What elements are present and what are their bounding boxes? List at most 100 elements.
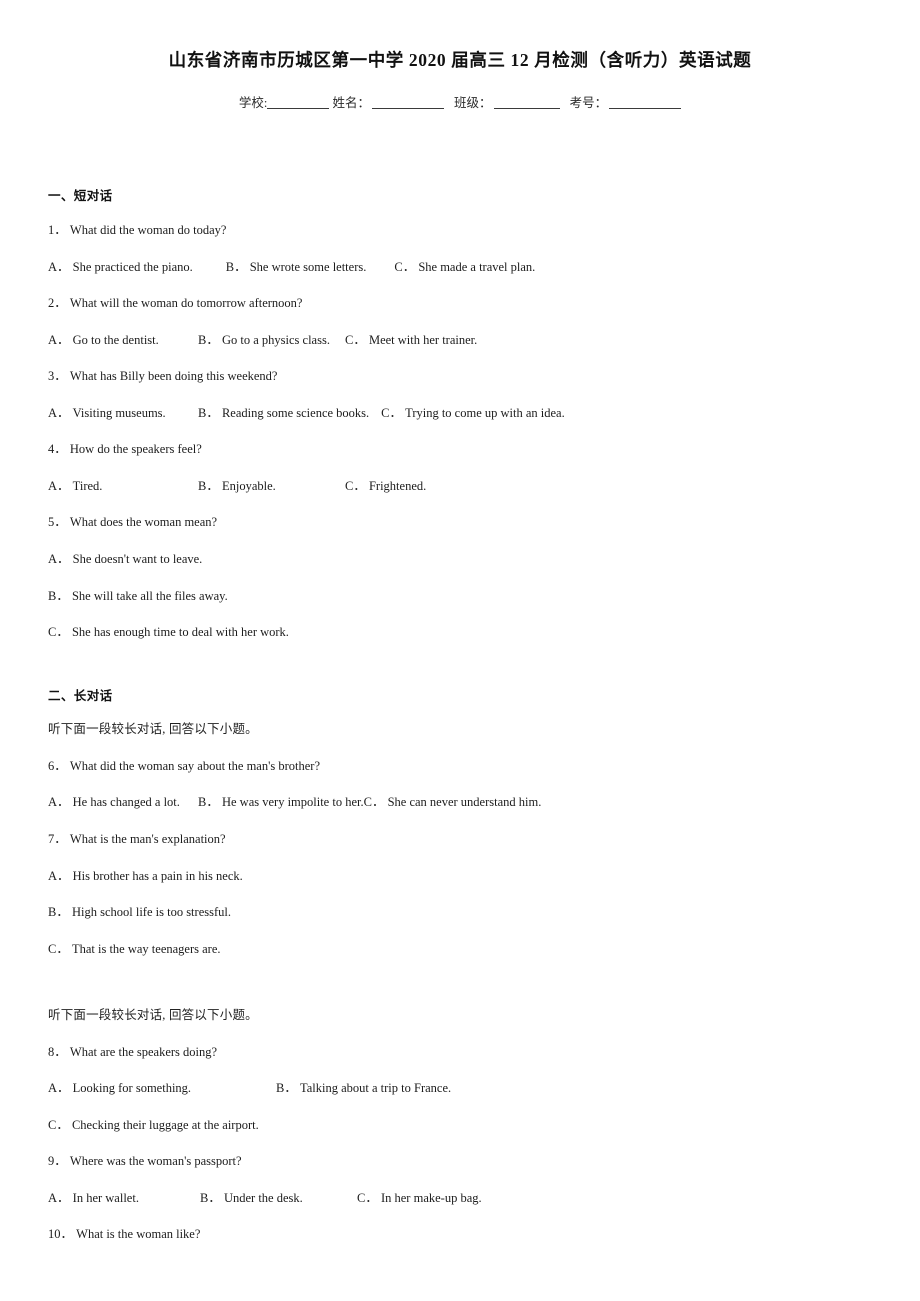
question-1: 1． What did the woman do today? — [48, 219, 226, 238]
options-7a: A． His brother has a pain in his neck. — [48, 865, 243, 884]
section-heading-2: 二、长对话 — [48, 689, 113, 703]
option-c[interactable]: C． Meet with her trainer. — [345, 329, 477, 348]
option-letter: B． — [48, 589, 69, 603]
options-5b: B． She will take all the files away. — [48, 585, 228, 604]
option-b[interactable]: B． High school life is too stressful. — [48, 901, 231, 920]
option-text: In her wallet. — [72, 1191, 139, 1205]
question-text: What are the speakers doing? — [69, 1045, 218, 1059]
option-letter: A． — [48, 552, 70, 566]
option-a[interactable]: A． She doesn't want to leave. — [48, 548, 202, 567]
question-text: How do the speakers feel? — [69, 442, 202, 456]
option-c[interactable]: C． That is the way teenagers are. — [48, 938, 221, 957]
option-text: Enjoyable. — [221, 479, 276, 493]
exam-no-blank[interactable] — [609, 95, 682, 109]
name-blank[interactable] — [372, 95, 445, 109]
option-text: High school life is too stressful. — [71, 905, 231, 919]
exam-no-label: 考号： — [569, 96, 608, 110]
option-letter: A． — [48, 479, 70, 493]
option-c[interactable]: C． Checking their luggage at the airport… — [48, 1114, 259, 1133]
option-a[interactable]: A． He has changed a lot. — [48, 791, 198, 810]
question-text: What will the woman do tomorrow afternoo… — [69, 296, 303, 310]
option-letter: B． — [198, 479, 219, 493]
options-9: A． In her wallet. B． Under the desk. C． In… — [48, 1187, 482, 1206]
options-7b: B． High school life is too stressful. — [48, 901, 231, 920]
option-c[interactable]: C． She made a travel plan. — [394, 256, 535, 275]
option-letter: A． — [48, 1081, 70, 1095]
option-letter: A． — [48, 1191, 70, 1205]
option-text: She has enough time to deal with her wor… — [71, 625, 289, 639]
option-b[interactable]: B． She wrote some letters. — [226, 256, 367, 275]
option-b[interactable]: B． She will take all the files away. — [48, 585, 228, 604]
class-field: 班级： — [454, 92, 560, 111]
school-label: 学校: — [238, 96, 268, 110]
question-text: Where was the woman's passport? — [69, 1154, 242, 1168]
option-b[interactable]: B． He was very impolite to her. — [198, 791, 364, 810]
options-1: A． She practiced the piano. B． She wrote … — [48, 256, 535, 275]
question-number: 1． — [48, 223, 67, 237]
option-b[interactable]: B． Enjoyable. — [198, 475, 345, 494]
question-6: 6． What did the woman say about the man'… — [48, 755, 320, 774]
options-6: A． He has changed a lot. B． He was very i… — [48, 791, 541, 810]
question-3: 3． What has Billy been doing this weeken… — [48, 365, 277, 384]
question-number: 2． — [48, 296, 67, 310]
option-letter: B． — [276, 1081, 297, 1095]
option-letter: B． — [48, 905, 69, 919]
option-text: Frightened. — [368, 479, 427, 493]
option-text: Looking for something. — [72, 1081, 192, 1095]
option-c[interactable]: C． In her make-up bag. — [357, 1187, 482, 1206]
option-a[interactable]: A． Go to the dentist. — [48, 329, 198, 348]
option-a[interactable]: A． Tired. — [48, 475, 198, 494]
option-letter: C． — [381, 406, 402, 420]
question-text: What is the man's explanation? — [69, 832, 226, 846]
exam-page: 山东省济南市历城区第一中学 2020 届高三 12 月检测（含听力）英语试题 学… — [0, 0, 920, 1301]
option-text: That is the way teenagers are. — [71, 942, 221, 956]
option-text: In her make-up bag. — [380, 1191, 482, 1205]
option-text: He was very impolite to her. — [221, 795, 364, 809]
question-number: 6． — [48, 759, 67, 773]
question-text: What has Billy been doing this weekend? — [69, 369, 278, 383]
option-letter: C． — [48, 942, 69, 956]
option-b[interactable]: B． Reading some science books. — [198, 402, 369, 421]
option-text: She practiced the piano. — [72, 260, 193, 274]
question-text: What did the woman say about the man's b… — [69, 759, 320, 773]
question-text: What is the woman like? — [76, 1227, 201, 1241]
section-heading-1: 一、短对话 — [48, 189, 113, 203]
option-letter: B． — [225, 260, 247, 274]
option-text: Tired. — [72, 479, 103, 493]
option-letter: C． — [345, 479, 366, 493]
option-c[interactable]: C． Trying to come up with an idea. — [381, 402, 565, 421]
school-blank[interactable] — [267, 95, 330, 109]
option-c[interactable]: C． She can never understand him. — [364, 791, 542, 810]
option-letter: C． — [48, 625, 69, 639]
option-b[interactable]: B． Talking about a trip to France. — [276, 1077, 451, 1096]
option-a[interactable]: A． She practiced the piano. — [48, 256, 193, 275]
options-5a: A． She doesn't want to leave. — [48, 548, 202, 567]
option-letter: A． — [48, 333, 70, 347]
option-letter: B． — [198, 333, 219, 347]
option-letter: B． — [198, 795, 219, 809]
option-letter: C． — [363, 795, 385, 809]
option-letter: A． — [48, 406, 70, 420]
question-9: 9． Where was the woman's passport? — [48, 1150, 242, 1169]
option-b[interactable]: B． Go to a physics class. — [198, 329, 345, 348]
option-b[interactable]: B． Under the desk. — [200, 1187, 357, 1206]
options-7c: C． That is the way teenagers are. — [48, 938, 221, 957]
question-number: 7． — [48, 832, 67, 846]
option-c[interactable]: C． Frightened. — [345, 475, 426, 494]
option-letter: B． — [200, 1191, 221, 1205]
question-8: 8． What are the speakers doing? — [48, 1041, 217, 1060]
question-text: What does the woman mean? — [69, 515, 218, 529]
class-blank[interactable] — [493, 95, 560, 109]
options-4: A． Tired. B． Enjoyable. C． Frightened. — [48, 475, 426, 494]
option-text: She doesn't want to leave. — [72, 552, 203, 566]
option-a[interactable]: A． Looking for something. — [48, 1077, 276, 1096]
option-a[interactable]: A． Visiting museums. — [48, 402, 198, 421]
question-number: 3． — [48, 369, 67, 383]
option-letter: C． — [357, 1191, 378, 1205]
option-letter: C． — [345, 333, 366, 347]
question-number: 4． — [48, 442, 67, 456]
option-a[interactable]: A． His brother has a pain in his neck. — [48, 865, 243, 884]
option-c[interactable]: C． She has enough time to deal with her … — [48, 621, 289, 640]
option-a[interactable]: A． In her wallet. — [48, 1187, 200, 1206]
option-text: Reading some science books. — [221, 406, 370, 420]
